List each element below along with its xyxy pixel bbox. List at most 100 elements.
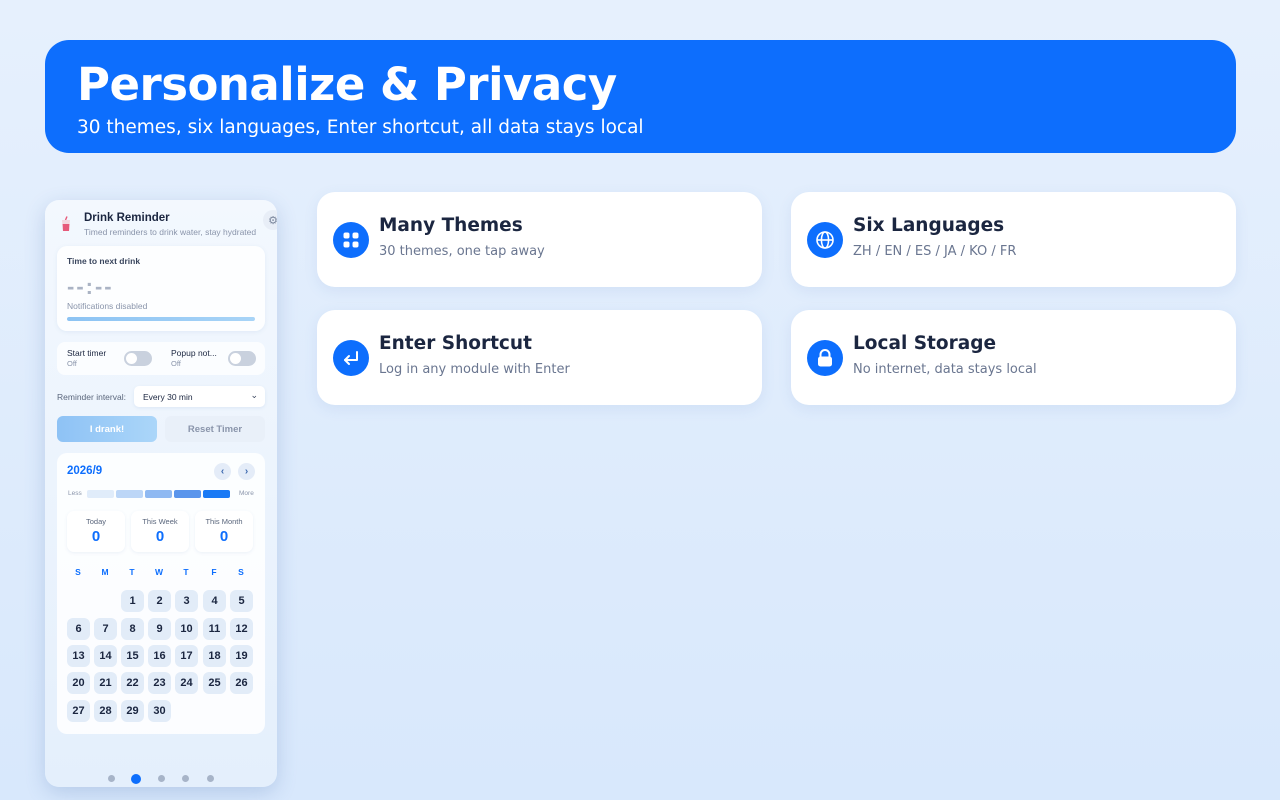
calendar-day[interactable]: 28 — [94, 700, 117, 722]
calendar-day[interactable]: 26 — [230, 672, 253, 694]
drank-button[interactable]: I drank! — [57, 416, 157, 442]
calendar-day[interactable]: 18 — [203, 645, 226, 667]
heatmap-level-0 — [87, 490, 114, 498]
calendar-day[interactable]: 21 — [94, 672, 117, 694]
heatmap-level-3 — [174, 490, 201, 498]
heatmap-level-4 — [203, 490, 230, 498]
pager-dot[interactable] — [182, 775, 189, 782]
timer-status: Notifications disabled — [67, 301, 148, 311]
calendar-day[interactable]: 5 — [230, 590, 253, 612]
calendar-day[interactable]: 15 — [121, 645, 144, 667]
timer-label: Time to next drink — [67, 256, 141, 266]
weekday-header: M — [101, 567, 109, 577]
feature-title: Six Languages — [853, 215, 1005, 236]
feature-desc: 30 themes, one tap away — [379, 244, 545, 259]
calendar-card: 2026/9 ‹ › Less More Today 0 This Week 0… — [57, 453, 265, 734]
toggle-switch[interactable] — [228, 351, 256, 366]
calendar-day[interactable]: 16 — [148, 645, 171, 667]
stat-label: This Week — [142, 517, 178, 526]
calendar-day[interactable]: 14 — [94, 645, 117, 667]
weekday-header: S — [75, 567, 81, 577]
feature-title: Many Themes — [379, 215, 523, 236]
calendar-day[interactable]: 20 — [67, 672, 90, 694]
chevron-left-icon: ‹ — [220, 466, 225, 477]
next-month-button[interactable]: › — [238, 463, 255, 480]
enter-key-icon — [333, 339, 369, 376]
feature-desc: No internet, data stays local — [853, 362, 1037, 377]
chevron-right-icon: › — [244, 466, 249, 477]
calendar-day[interactable]: 10 — [175, 618, 198, 640]
heatmap-less-label: Less — [68, 490, 82, 497]
calendar-day[interactable]: 4 — [203, 590, 226, 612]
toggle-switch[interactable] — [124, 351, 152, 366]
stat-value: 0 — [219, 528, 229, 545]
pager-dot[interactable] — [158, 775, 165, 782]
weekday-header: T — [183, 567, 189, 577]
toggle-label: Start timer — [67, 348, 107, 358]
calendar-day[interactable]: 2 — [148, 590, 171, 612]
calendar-day[interactable]: 22 — [121, 672, 144, 694]
calendar-day[interactable]: 9 — [148, 618, 171, 640]
pager-dot[interactable] — [108, 775, 115, 782]
calendar-day[interactable]: 7 — [94, 618, 117, 640]
toggle-row: Start timer Off Popup not... Off — [57, 342, 265, 375]
feature-title: Enter Shortcut — [379, 333, 532, 354]
calendar-day[interactable]: 11 — [203, 618, 226, 640]
calendar-day[interactable]: 29 — [121, 700, 144, 722]
calendar-day[interactable]: 17 — [175, 645, 198, 667]
pager-dot[interactable] — [207, 775, 214, 782]
feature-desc: Log in any module with Enter — [379, 362, 570, 377]
calendar-day[interactable]: 13 — [67, 645, 90, 667]
calendar-day[interactable]: 3 — [175, 590, 198, 612]
calendar-day[interactable]: 24 — [175, 672, 198, 694]
calendar-day[interactable]: 8 — [121, 618, 144, 640]
calendar-day[interactable]: 6 — [67, 618, 90, 640]
calendar-day[interactable]: 19 — [230, 645, 253, 667]
hero-subtitle: 30 themes, six languages, Enter shortcut… — [77, 117, 644, 138]
feature-card-storage: Local Storage No internet, data stays lo… — [791, 310, 1236, 405]
chevron-down-icon: ⌄ — [250, 390, 258, 400]
calendar-day[interactable]: 27 — [67, 700, 90, 722]
popup-notification-toggle[interactable]: Popup not... Off — [171, 348, 271, 370]
calendar-day[interactable]: 1 — [121, 590, 144, 612]
stat-this-month: This Month 0 — [195, 511, 253, 552]
prev-month-button[interactable]: ‹ — [214, 463, 231, 480]
app-subtitle: Timed reminders to drink water, stay hyd… — [84, 227, 257, 237]
feature-title: Local Storage — [853, 333, 997, 354]
hero-banner: Personalize & Privacy 30 themes, six lan… — [45, 40, 1236, 153]
timer-card: Time to next drink --:-- Notifications d… — [57, 246, 265, 331]
timer-progress-bar — [67, 317, 255, 321]
globe-icon — [807, 221, 843, 258]
heatmap-more-label: More — [239, 490, 254, 497]
feature-card-languages: Six Languages ZH / EN / ES / JA / KO / F… — [791, 192, 1236, 287]
stat-label: Today — [85, 517, 106, 526]
pager-dot[interactable] — [131, 774, 141, 784]
stat-value: 0 — [155, 528, 165, 545]
drink-cup-icon — [59, 216, 73, 237]
interval-value: Every 30 min — [143, 392, 193, 402]
stat-label: This Month — [205, 517, 243, 526]
heatmap-level-1 — [116, 490, 143, 498]
heatmap-level-2 — [145, 490, 172, 498]
interval-select[interactable]: Every 30 min ⌄ — [134, 386, 265, 407]
timer-progress-fill — [67, 317, 255, 321]
app-title: Drink Reminder — [84, 212, 170, 224]
calendar-day[interactable]: 30 — [148, 700, 171, 722]
calendar-day[interactable]: 23 — [148, 672, 171, 694]
weekday-header: W — [154, 567, 164, 577]
calendar-month: 2026/9 — [67, 465, 103, 477]
start-timer-toggle[interactable]: Start timer Off — [67, 348, 167, 370]
toggle-state: Off — [171, 359, 181, 368]
weekday-header: T — [129, 567, 135, 577]
timer-display: --:-- — [67, 274, 114, 299]
settings-button[interactable]: ⚙ — [263, 210, 277, 230]
calendar-day[interactable]: 25 — [203, 672, 226, 694]
calendar-day[interactable]: 12 — [230, 618, 253, 640]
app-preview: Drink Reminder Timed reminders to drink … — [45, 200, 277, 787]
feature-desc: ZH / EN / ES / JA / KO / FR — [853, 244, 1017, 259]
weekday-header: F — [211, 567, 217, 577]
reset-timer-button[interactable]: Reset Timer — [165, 416, 265, 442]
hero-title: Personalize & Privacy — [77, 58, 617, 111]
interval-label: Reminder interval: — [57, 392, 126, 402]
grid-icon — [333, 221, 369, 258]
